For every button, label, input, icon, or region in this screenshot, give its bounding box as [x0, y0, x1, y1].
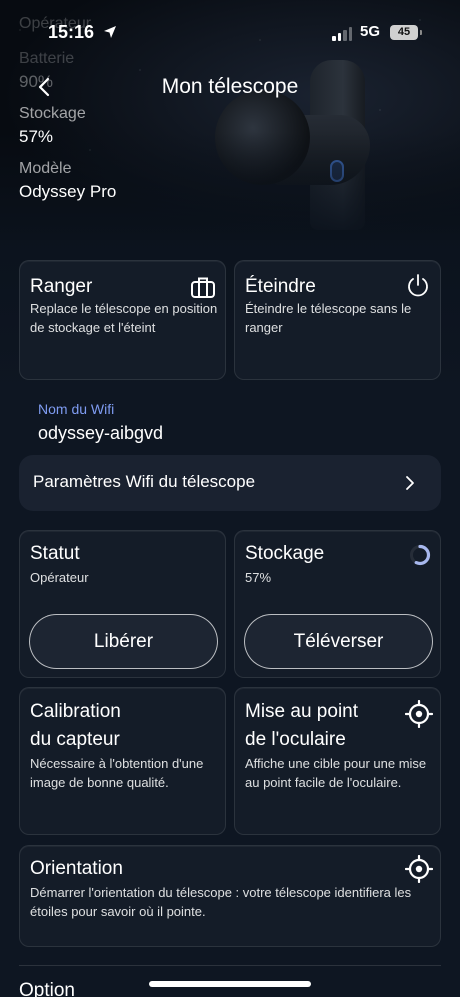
info-model: Modèle Odyssey Pro: [19, 160, 117, 201]
crosshair-icon: [405, 855, 433, 883]
home-indicator[interactable]: [149, 981, 311, 987]
park-description: Replace le télescope en position de stoc…: [30, 301, 218, 335]
storage-progress-ring-icon: [409, 544, 431, 566]
calibration-description: Nécessaire à l'obtention d'une image de …: [30, 756, 204, 790]
park-title: Ranger: [30, 276, 93, 297]
network-type: 5G: [360, 23, 381, 40]
crosshair-icon: [405, 700, 433, 728]
status-value: Opérateur: [30, 570, 89, 585]
focus-card[interactable]: Mise au point de l'oculaire Affiche une …: [234, 687, 441, 835]
storage-title: Stockage: [245, 543, 325, 564]
wifi-name-label: Nom du Wifi: [38, 401, 115, 417]
power-icon: [408, 274, 428, 297]
wifi-settings-row[interactable]: Paramètres Wifi du télescope: [19, 455, 441, 511]
orientation-card[interactable]: Orientation Démarrer l'orientation du té…: [19, 845, 441, 947]
section-divider: [19, 965, 441, 966]
park-card[interactable]: Ranger Replace le télescope en position …: [19, 260, 226, 380]
status-card: Statut Opérateur Libérer: [19, 530, 226, 678]
focus-title-2: de l'oculaire: [245, 729, 346, 750]
info-storage: Stockage 57%: [19, 105, 86, 146]
shutdown-title: Éteindre: [245, 276, 316, 297]
calibration-card[interactable]: Calibration du capteur Nécessaire à l'ob…: [19, 687, 226, 835]
focus-description: Affiche une cible pour une mise au point…: [245, 756, 427, 790]
location-arrow-icon: [104, 26, 116, 38]
status-bar: 15:16 5G 45: [0, 22, 460, 48]
screen: Opérateur Batterie 90% Stockage 57% Modè…: [0, 0, 460, 997]
shutdown-card[interactable]: Éteindre Éteindre le télescope sans le r…: [234, 260, 441, 380]
calibration-title-2: du capteur: [30, 729, 120, 750]
wifi-name-value: odyssey-aibgvd: [38, 423, 164, 443]
page-title: Mon télescope: [161, 75, 299, 98]
chevron-right-icon: [406, 476, 414, 490]
storage-card: Stockage 57% Téléverser: [234, 530, 441, 678]
storage-value: 57%: [245, 570, 272, 585]
focus-title-1: Mise au point: [245, 701, 359, 722]
shutdown-description: Éteindre le télescope sans le ranger: [245, 301, 412, 335]
upload-button[interactable]: Téléverser: [244, 614, 433, 669]
suitcase-icon: [191, 277, 215, 298]
release-button[interactable]: Libérer: [29, 614, 218, 669]
wifi-settings-label: Paramètres Wifi du télescope: [33, 472, 256, 491]
battery-icon: 45: [390, 25, 422, 40]
cellular-signal-icon: [332, 27, 352, 41]
orientation-description: Démarrer l'orientation du télescope : vo…: [30, 885, 412, 919]
calibration-title-1: Calibration: [30, 701, 121, 722]
option-section-title: Option: [19, 980, 75, 997]
clock: 15:16: [48, 22, 95, 42]
status-title: Statut: [30, 543, 80, 564]
orientation-title: Orientation: [30, 858, 123, 879]
